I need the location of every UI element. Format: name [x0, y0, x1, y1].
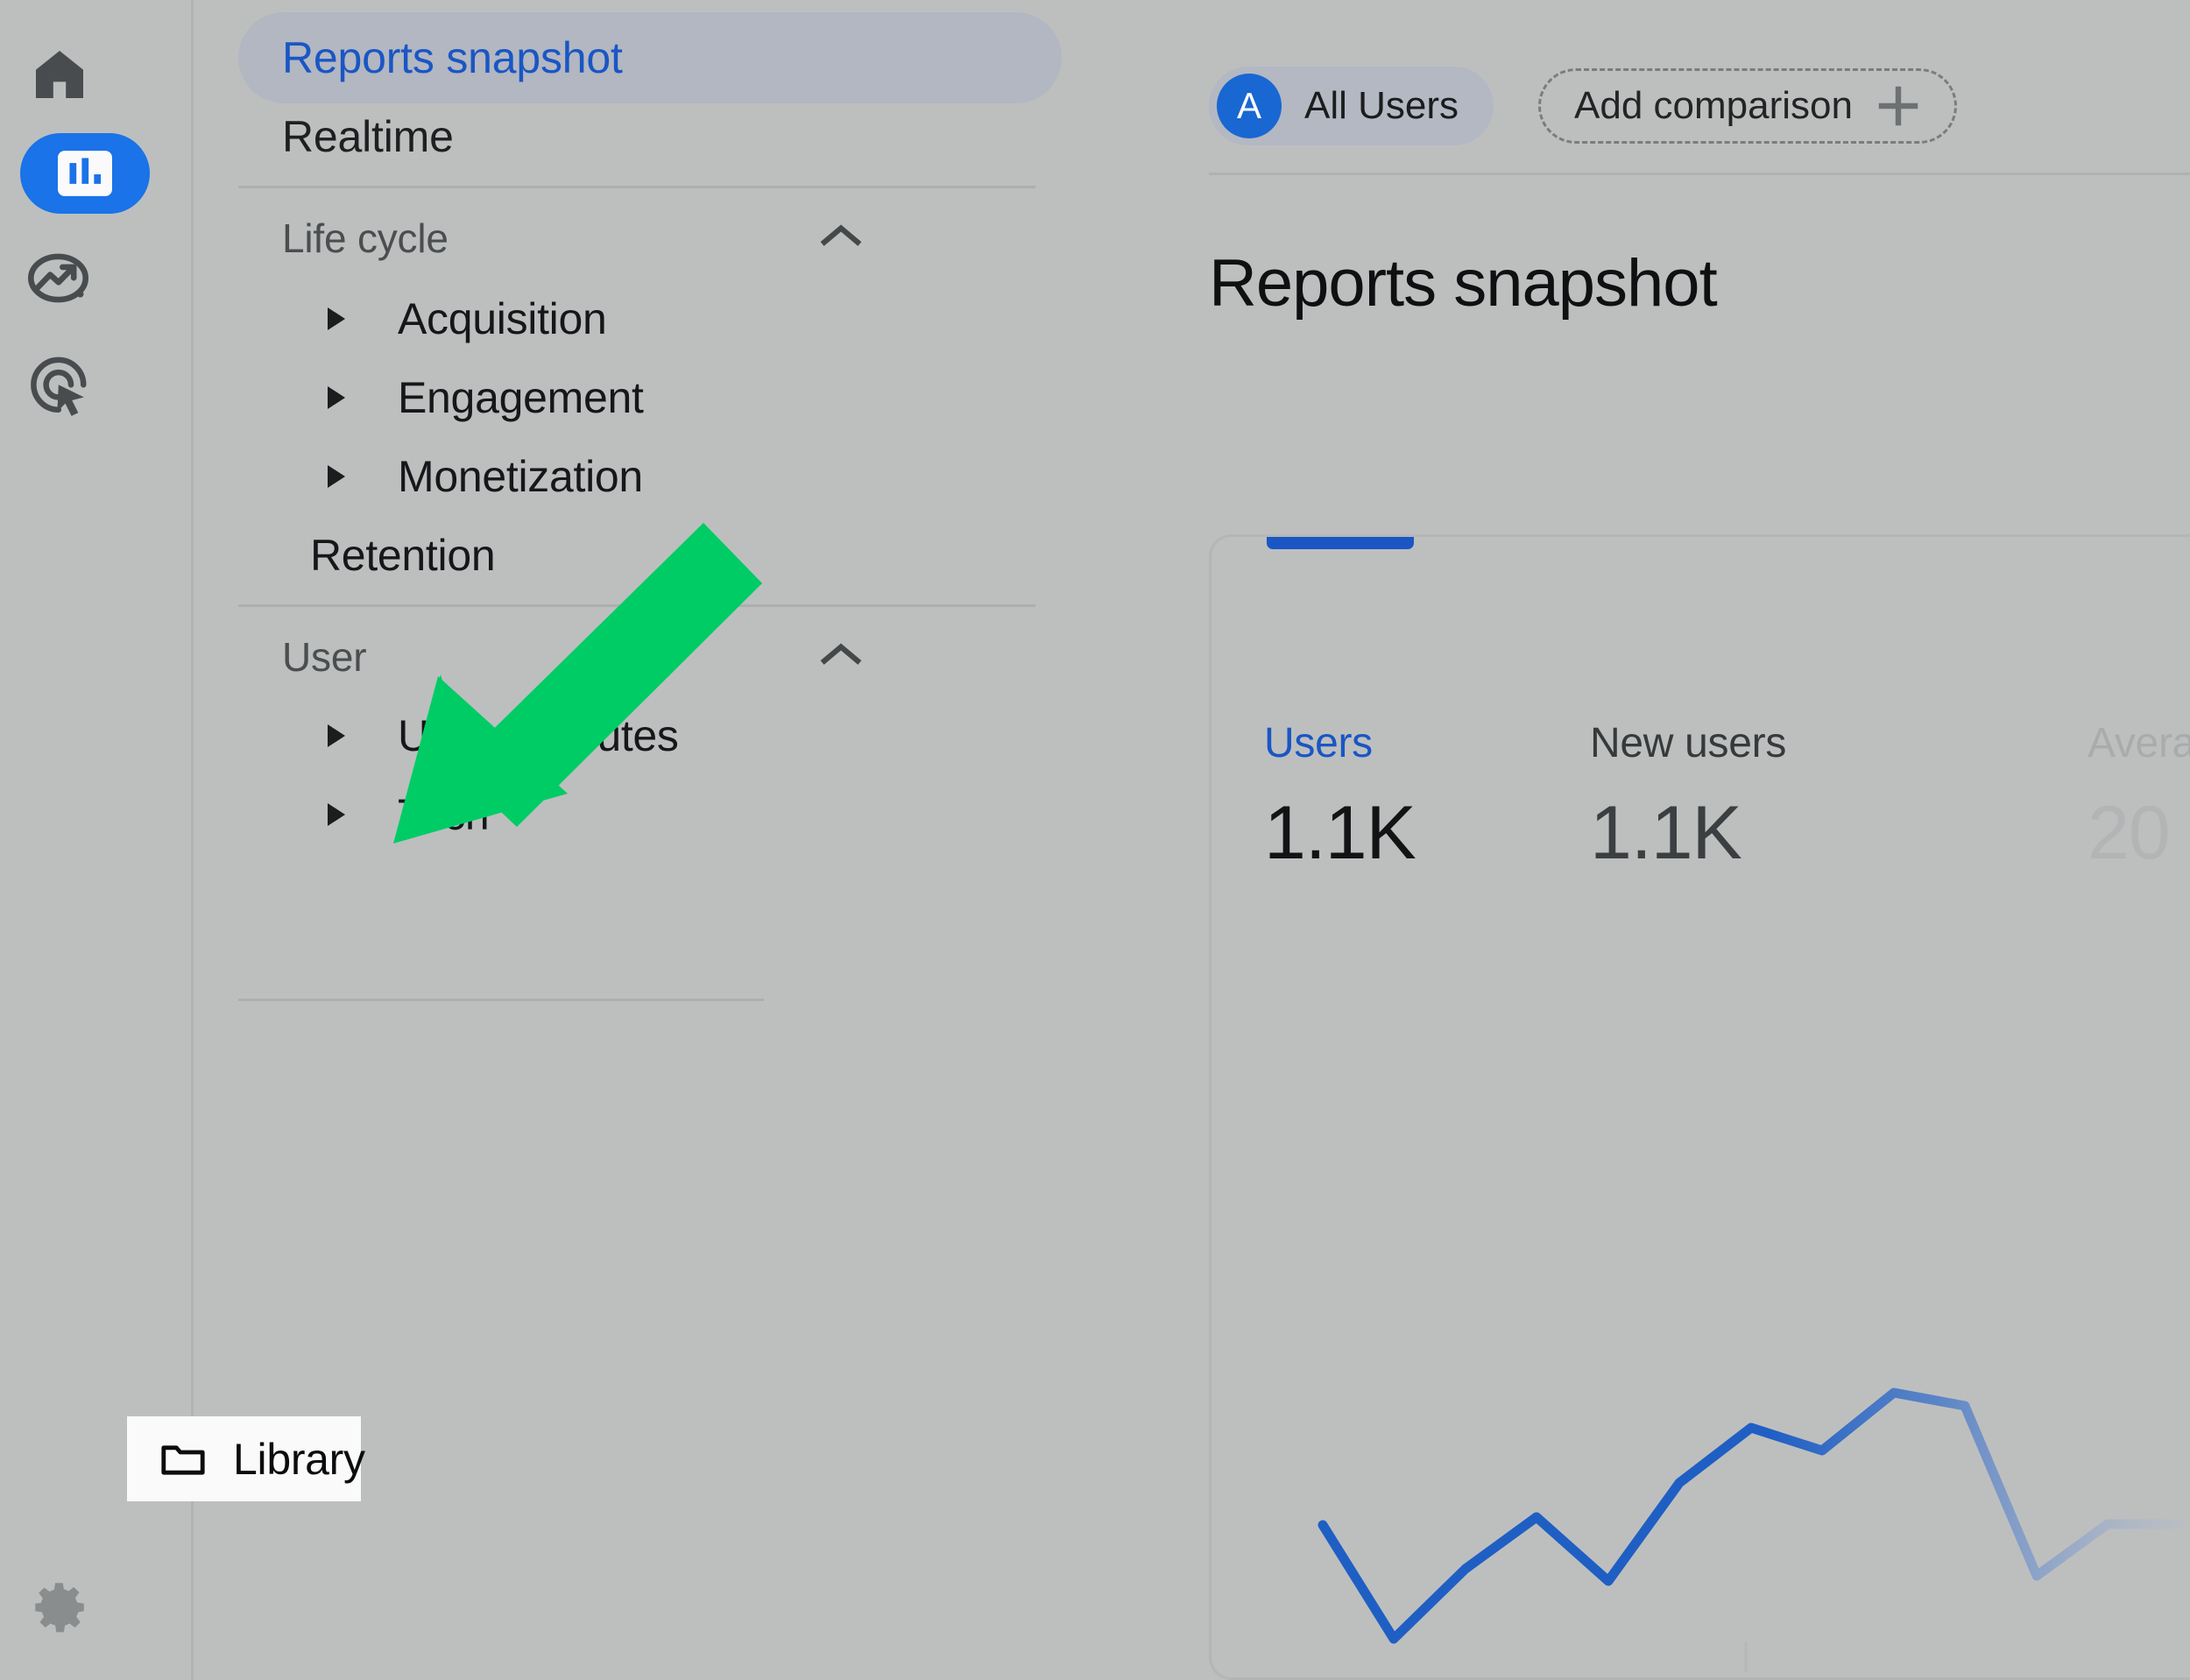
nav-group-life-cycle[interactable]: Life cycle: [238, 200, 1062, 277]
add-comparison-label: Add comparison: [1574, 84, 1853, 127]
plus-icon: [1876, 83, 1921, 129]
gear-icon: [27, 1575, 92, 1640]
nav-item-label: Engagement: [398, 373, 644, 422]
caret-right-icon: [326, 463, 357, 490]
metric-value: 20: [2088, 791, 2171, 875]
chevron-up-icon[interactable]: [817, 222, 865, 255]
metric-average[interactable]: Avera 20: [2088, 719, 2190, 877]
chart-line-users: [1318, 1387, 2185, 1644]
metric-label: New users: [1590, 720, 1787, 766]
nav-item-retention[interactable]: Retention: [238, 512, 1062, 599]
metric-label: Users: [1264, 720, 1373, 766]
nav-item-tech[interactable]: Tech: [238, 771, 1062, 858]
bar-chart-icon: [58, 151, 112, 196]
rail-item-reports[interactable]: [20, 133, 150, 214]
add-comparison-button[interactable]: Add comparison: [1538, 68, 1957, 144]
nav-item-acquisition[interactable]: Acquisition: [238, 275, 1062, 363]
rail-item-admin[interactable]: [25, 1572, 95, 1642]
chevron-up-icon[interactable]: [817, 641, 865, 674]
metrics-card: Users 1.1K New users 1.1K Avera 20: [1209, 534, 2190, 1680]
metric-label: Avera: [2088, 720, 2190, 766]
chart-gridlines: [1317, 966, 2190, 1521]
nav-group-label: User: [282, 634, 367, 680]
nav-item-label: Reports snapshot: [282, 33, 623, 82]
header-divider: [1209, 173, 2190, 175]
nav-item-label: Tech: [398, 790, 490, 839]
all-users-chip[interactable]: A All Users: [1209, 67, 1494, 145]
rail-item-home[interactable]: [25, 39, 95, 109]
all-users-label: All Users: [1304, 84, 1459, 127]
caret-right-icon: [326, 306, 357, 332]
rail-item-advertising[interactable]: [25, 349, 95, 420]
active-tab-indicator: [1267, 537, 1414, 549]
caret-right-icon: [326, 385, 357, 411]
folder-icon: [159, 1440, 207, 1479]
nav-item-label: Realtime: [282, 112, 454, 161]
target-click-icon: [25, 352, 94, 417]
explore-trend-icon: [25, 248, 94, 311]
metric-users[interactable]: Users 1.1K: [1264, 719, 1416, 877]
nav-item-monetization[interactable]: Monetization: [238, 433, 1062, 520]
caret-right-icon: [326, 801, 357, 828]
nav-group-label: Life cycle: [282, 215, 449, 261]
nav-item-user-attributes[interactable]: User attributes: [238, 692, 1062, 780]
analytics-reports-snapshot-screen: Reports snapshot Realtime Life cycle Acq…: [0, 0, 2190, 1680]
comparison-bar: A All Users Add comparison: [1209, 67, 1957, 145]
nav-item-label: Library: [233, 1434, 365, 1484]
avatar: A: [1217, 74, 1282, 138]
nav-divider-1: [238, 186, 1035, 188]
users-line-chart[interactable]: 04: [1212, 870, 2190, 1677]
nav-item-engagement[interactable]: Engagement: [238, 354, 1062, 441]
nav-item-label: Acquisition: [398, 294, 607, 343]
home-icon: [28, 43, 91, 106]
nav-item-label: Monetization: [398, 452, 643, 501]
metric-value: 1.1K: [1590, 791, 1742, 875]
nav-item-library[interactable]: Library: [127, 1416, 365, 1501]
nav-divider-2: [238, 604, 1035, 607]
page-title: Reports snapshot: [1209, 246, 1718, 321]
metric-new-users[interactable]: New users 1.1K: [1590, 719, 1786, 877]
caret-right-icon: [326, 723, 357, 749]
nav-item-realtime[interactable]: Realtime: [238, 91, 1062, 182]
nav-item-label: Retention: [310, 531, 496, 580]
nav-divider-3: [238, 999, 764, 1001]
nav-item-label: User attributes: [398, 711, 679, 760]
rail-item-explore[interactable]: [25, 244, 95, 314]
metric-value: 1.1K: [1264, 791, 1416, 875]
nav-item-reports-snapshot[interactable]: Reports snapshot: [238, 12, 1062, 103]
main-content: A All Users Add comparison Reports snaps…: [1202, 0, 2190, 1680]
nav-group-user[interactable]: User: [238, 618, 1062, 695]
